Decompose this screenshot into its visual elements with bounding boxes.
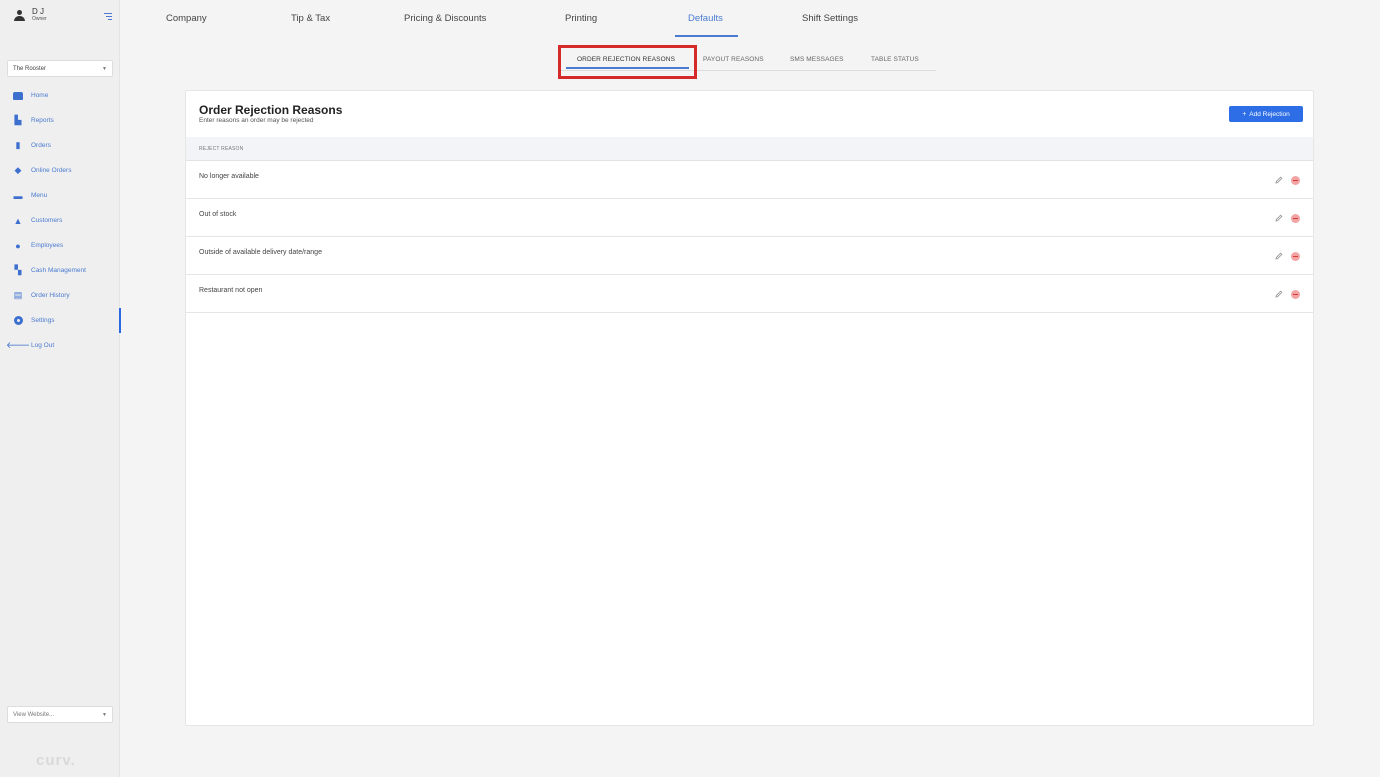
store-select[interactable]: The Rooster ▼ bbox=[7, 60, 113, 77]
column-header-reject-reason: REJECT REASON bbox=[199, 146, 244, 152]
table-header: REJECT REASON bbox=[186, 137, 1313, 161]
card-title: Order Rejection Reasons bbox=[199, 103, 343, 117]
active-tab-indicator bbox=[675, 35, 738, 37]
menu-icon: ▬ bbox=[13, 190, 23, 201]
sidebar-item-employees[interactable]: ● Employees bbox=[0, 233, 120, 258]
sidebar-item-label: Log Out bbox=[31, 342, 55, 349]
sidebar-item-label: Settings bbox=[31, 317, 55, 324]
chevron-down-icon: ▼ bbox=[102, 711, 107, 718]
sidebar-item-reports[interactable]: ▙ Reports bbox=[0, 108, 120, 133]
sidebar: D J Owner The Rooster ▼ Home ▙ Reports ▮… bbox=[0, 0, 121, 777]
tab-defaults[interactable]: Defaults bbox=[688, 13, 723, 24]
subtab-sms-messages[interactable]: SMS MESSAGES bbox=[790, 56, 844, 63]
sidebar-item-label: Customers bbox=[31, 217, 63, 224]
sidebar-item-label: Online Orders bbox=[31, 167, 72, 174]
sidebar-item-label: Employees bbox=[31, 242, 64, 249]
card-subtitle: Enter reasons an order may be rejected bbox=[199, 117, 314, 124]
delete-icon[interactable] bbox=[1291, 252, 1300, 261]
table-row: Outside of available delivery date/range bbox=[186, 237, 1313, 275]
brand-logo: curv. bbox=[36, 752, 76, 769]
history-icon: ▤ bbox=[13, 290, 23, 300]
delete-icon[interactable] bbox=[1291, 214, 1300, 223]
subtab-table-status[interactable]: TABLE STATUS bbox=[871, 56, 919, 63]
table-row: Out of stock bbox=[186, 199, 1313, 237]
highlight-annotation bbox=[558, 45, 697, 79]
sidebar-item-log-out[interactable]: 🡐 Log Out bbox=[0, 333, 120, 358]
sidebar-item-cash-management[interactable]: ▚ Cash Management bbox=[0, 258, 120, 283]
reason-text: Outside of available delivery date/range bbox=[199, 249, 322, 256]
table-row: No longer available bbox=[186, 161, 1313, 199]
delete-icon[interactable] bbox=[1291, 290, 1300, 299]
sidebar-item-online-orders[interactable]: ◆ Online Orders bbox=[0, 158, 120, 183]
sidebar-nav: Home ▙ Reports ▮ Orders ◆ Online Orders … bbox=[0, 83, 121, 358]
sidebar-item-settings[interactable]: Settings bbox=[0, 308, 121, 333]
view-website-value: View Website... bbox=[13, 711, 55, 718]
tab-pricing-discounts[interactable]: Pricing & Discounts bbox=[404, 13, 486, 24]
sidebar-item-label: Orders bbox=[31, 142, 51, 149]
sidebar-item-customers[interactable]: ▲ Customers bbox=[0, 208, 120, 233]
add-rejection-button[interactable]: + Add Rejection bbox=[1229, 106, 1303, 122]
gear-icon bbox=[13, 316, 23, 326]
orders-icon: ▮ bbox=[15, 140, 21, 150]
sidebar-item-label: Menu bbox=[31, 192, 48, 199]
chart-icon: ▙ bbox=[14, 115, 22, 125]
sidebar-item-label: Order History bbox=[31, 292, 70, 299]
sidebar-item-order-history[interactable]: ▤ Order History bbox=[0, 283, 120, 308]
view-website-select[interactable]: View Website... ▼ bbox=[7, 706, 113, 723]
sidebar-item-orders[interactable]: ▮ Orders bbox=[0, 133, 120, 158]
user-name: D J bbox=[32, 7, 44, 16]
sidebar-item-label: Home bbox=[31, 92, 49, 99]
tab-shift-settings[interactable]: Shift Settings bbox=[802, 13, 858, 24]
sidebar-item-menu[interactable]: ▬ Menu bbox=[0, 183, 120, 208]
subtab-payout-reasons[interactable]: PAYOUT REASONS bbox=[703, 56, 764, 63]
settings-tabs: Company Tip & Tax Pricing & Discounts Pr… bbox=[120, 0, 1380, 40]
tab-tip-tax[interactable]: Tip & Tax bbox=[291, 13, 330, 24]
sidebar-item-label: Cash Management bbox=[31, 267, 86, 274]
cash-icon: ▚ bbox=[14, 265, 22, 275]
store-select-value: The Rooster bbox=[13, 65, 47, 72]
delete-icon[interactable] bbox=[1291, 176, 1300, 185]
customers-icon: ▲ bbox=[13, 215, 23, 226]
sidebar-item-home[interactable]: Home bbox=[0, 83, 120, 108]
user-role: Owner bbox=[32, 16, 47, 22]
arrow-left-icon: 🡐 bbox=[5, 340, 31, 350]
edit-icon[interactable] bbox=[1275, 214, 1283, 222]
reason-text: Restaurant not open bbox=[199, 287, 263, 294]
employee-icon: ● bbox=[15, 240, 21, 251]
collapse-menu-icon[interactable] bbox=[104, 13, 112, 20]
tab-company[interactable]: Company bbox=[166, 13, 207, 24]
table-row: Restaurant not open bbox=[186, 275, 1313, 313]
reason-text: No longer available bbox=[199, 173, 259, 180]
user-icon bbox=[14, 10, 25, 22]
reason-text: Out of stock bbox=[199, 211, 237, 218]
edit-icon[interactable] bbox=[1275, 290, 1283, 298]
chevron-down-icon: ▼ bbox=[102, 65, 107, 72]
graduation-cap-icon: ◆ bbox=[14, 165, 22, 175]
plus-icon: + bbox=[1242, 110, 1247, 118]
tab-printing[interactable]: Printing bbox=[565, 13, 597, 24]
edit-icon[interactable] bbox=[1275, 252, 1283, 260]
edit-icon[interactable] bbox=[1275, 176, 1283, 184]
sidebar-item-label: Reports bbox=[31, 117, 54, 124]
home-icon bbox=[13, 91, 23, 101]
user-profile[interactable]: D J Owner bbox=[14, 8, 47, 22]
add-rejection-label: Add Rejection bbox=[1249, 110, 1290, 118]
rejection-reasons-card: Order Rejection Reasons Enter reasons an… bbox=[185, 90, 1314, 726]
